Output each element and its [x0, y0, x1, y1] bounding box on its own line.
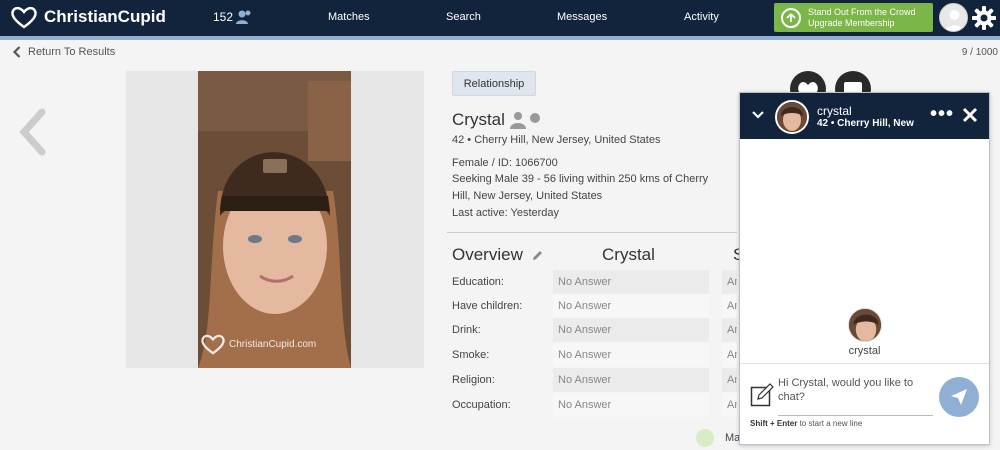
- result-pager: 9 / 1000: [961, 47, 998, 58]
- overview-heading: Overview: [452, 245, 544, 265]
- chat-contact-location: 42 • Cherry Hill, New Jersey: [817, 118, 917, 129]
- heart-watermark-icon: [201, 334, 225, 355]
- row-label: Religion:: [452, 374, 495, 386]
- chat-center-avatar: [848, 308, 882, 342]
- row-value: No Answer: [553, 318, 709, 342]
- nav-search[interactable]: Search: [446, 11, 481, 23]
- send-icon: [951, 389, 967, 405]
- chat-separator: [740, 363, 989, 364]
- row-value-second: An: [722, 393, 737, 417]
- chat-message-input[interactable]: Hi Crystal, would you like to chat?: [778, 376, 928, 404]
- row-value: No Answer: [553, 294, 709, 318]
- send-button[interactable]: [939, 377, 979, 417]
- match-legend-text: Ma: [725, 432, 741, 444]
- table-row: Religion: No Answer An: [447, 368, 737, 392]
- photo-watermark-text: ChristianCupid.com: [229, 338, 317, 350]
- table-row: Drink: No Answer An: [447, 318, 737, 342]
- compose-icon: [750, 383, 774, 407]
- logo-text: ChristianCupid: [44, 7, 166, 26]
- avatar-placeholder-icon: [944, 10, 965, 31]
- person-icon: [510, 112, 526, 129]
- close-icon[interactable]: [962, 107, 978, 123]
- chat-avatar-image: [777, 102, 807, 132]
- upgrade-line1: Stand Out From the Crowd: [808, 6, 916, 17]
- nav-messages[interactable]: Messages: [557, 11, 607, 23]
- chat-hint: Shift + Enter to start a new line: [750, 419, 862, 428]
- row-label: Occupation:: [452, 399, 511, 411]
- row-value: No Answer: [553, 368, 709, 392]
- profile-gender-id: Female / ID: 1066700: [452, 157, 558, 169]
- row-value-second: An: [722, 270, 737, 294]
- chat-header: crystal 42 • Cherry Hill, New Jersey •••: [740, 93, 989, 139]
- table-row: Education: No Answer An: [447, 270, 737, 294]
- more-options-icon[interactable]: •••: [930, 104, 954, 124]
- profile-photo-image: [198, 71, 351, 368]
- profile-age-location: 42 • Cherry Hill, New Jersey, United Sta…: [452, 134, 661, 146]
- relationship-tag: Relationship: [452, 71, 536, 96]
- row-value: No Answer: [553, 393, 709, 417]
- chevron-down-icon[interactable]: [752, 111, 764, 119]
- table-row: Have children: No Answer An: [447, 294, 737, 318]
- overview-column-crystal: Crystal: [602, 245, 655, 264]
- chat-center-name: crystal: [848, 345, 881, 357]
- row-value: No Answer: [553, 343, 709, 367]
- profile-last-active: Last active: Yesterday: [452, 207, 560, 219]
- match-legend-dot: [696, 429, 714, 447]
- upgrade-membership-button[interactable]: Stand Out From the Crowd Upgrade Members…: [774, 3, 933, 32]
- chat-input-underline: [778, 415, 933, 416]
- chat-window: crystal 42 • Cherry Hill, New Jersey •••…: [739, 92, 990, 445]
- row-label: Drink:: [452, 324, 481, 336]
- row-label: Smoke:: [452, 349, 490, 361]
- nav-matches[interactable]: Matches: [328, 11, 370, 23]
- overview-divider: [447, 232, 737, 233]
- chat-contact-name: crystal: [817, 104, 852, 118]
- heart-logo-icon: [11, 6, 37, 29]
- row-value-second: An: [722, 294, 737, 318]
- chevron-left-icon: [13, 46, 21, 58]
- user-avatar[interactable]: [939, 3, 968, 32]
- chat-avatar[interactable]: [775, 100, 809, 134]
- row-label: Education:: [452, 276, 504, 288]
- chat-center-avatar-image: [849, 309, 881, 341]
- overview-title: Overview: [452, 245, 523, 264]
- row-value-second: An: [722, 318, 737, 342]
- row-value: No Answer: [553, 270, 709, 294]
- photo-watermark: ChristianCupid.com: [200, 333, 316, 355]
- upgrade-line2: Upgrade Membership: [808, 17, 895, 28]
- gear-icon[interactable]: [971, 5, 997, 31]
- table-row: Occupation: No Answer An: [447, 393, 737, 417]
- previous-profile-arrow-icon[interactable]: [16, 108, 48, 156]
- row-value-second: An: [722, 368, 737, 392]
- profile-name: Crystal: [452, 110, 505, 129]
- return-to-results-label: Return To Results: [28, 46, 116, 58]
- profile-seeking-line1: Seeking Male 39 - 56 living within 250 k…: [452, 173, 709, 185]
- profile-seeking-line2: Hill, New Jersey, United States: [452, 190, 603, 202]
- row-value-second: An: [722, 343, 737, 367]
- online-count[interactable]: 152: [213, 9, 253, 25]
- arrow-up-icon: [781, 7, 801, 28]
- row-label: Have children:: [452, 300, 523, 312]
- top-navbar: ChristianCupid 152 Matches Search Messag…: [0, 0, 1000, 36]
- pencil-icon[interactable]: [531, 249, 544, 262]
- logo[interactable]: ChristianCupid: [10, 4, 166, 30]
- online-count-value: 152: [213, 10, 234, 24]
- return-to-results-link[interactable]: Return To Results: [13, 46, 115, 58]
- online-status-dot: [530, 113, 540, 123]
- chat-hint-key: Shift + Enter: [750, 419, 798, 428]
- chat-hint-text: to start a new line: [797, 419, 863, 428]
- nav-activity[interactable]: Activity: [684, 11, 719, 23]
- nav-divider: [0, 36, 1000, 40]
- users-icon: [236, 10, 251, 24]
- table-row: Smoke: No Answer An: [447, 343, 737, 367]
- profile-photo[interactable]: [198, 71, 351, 368]
